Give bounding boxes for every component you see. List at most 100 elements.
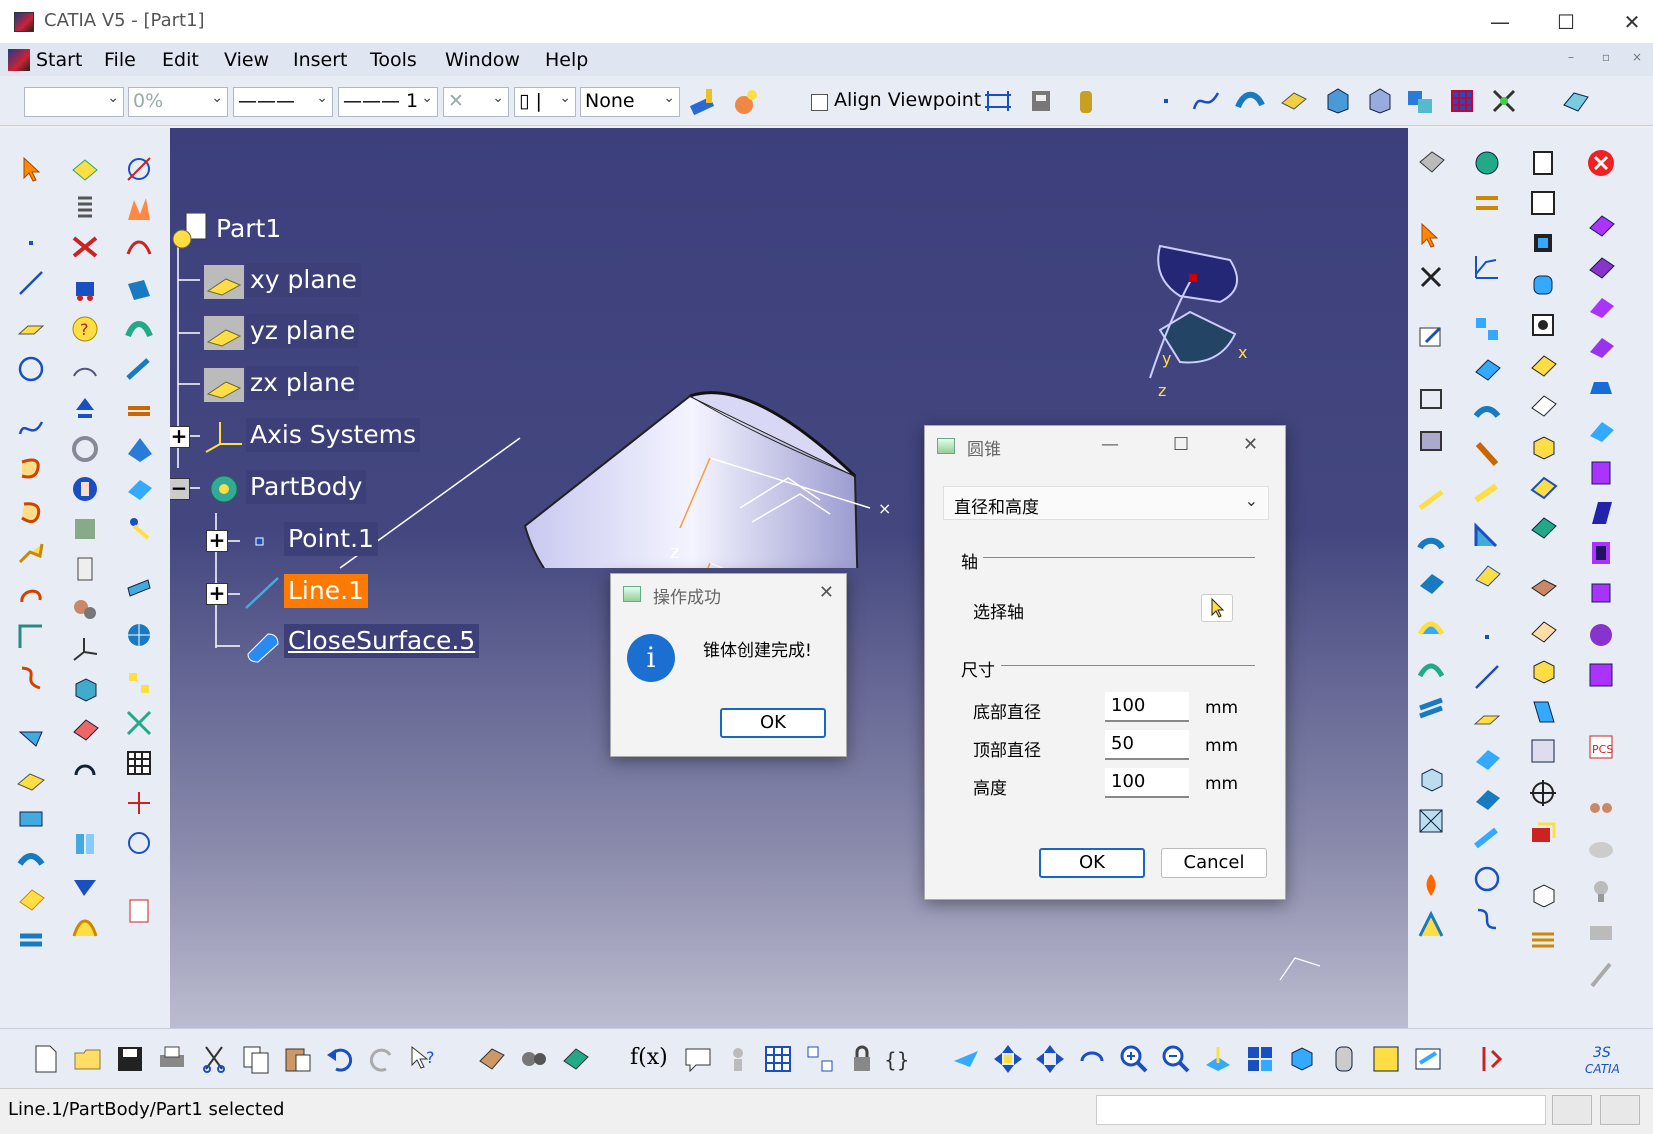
layer-combo[interactable]: None ⌄ [580, 87, 680, 117]
cloud-icon[interactable] [1586, 834, 1616, 864]
slot-icon[interactable] [1472, 480, 1502, 510]
cut-icon[interactable] [198, 1043, 230, 1075]
join-icon[interactable] [124, 474, 154, 504]
open-folder-icon[interactable] [72, 1043, 104, 1075]
fit-all-icon[interactable] [992, 1043, 1024, 1075]
scale-icon[interactable] [1528, 818, 1558, 848]
undo-icon[interactable] [324, 1043, 356, 1075]
project-icon[interactable] [16, 722, 46, 752]
spiral-icon[interactable] [16, 498, 46, 528]
target-icon[interactable] [1528, 778, 1558, 808]
whats-this-icon[interactable]: ? [408, 1043, 440, 1075]
catalog-browser-icon[interactable] [560, 1043, 592, 1075]
lock-icon[interactable] [846, 1043, 878, 1075]
linetype-combo[interactable]: ——— ⌄ [233, 87, 333, 117]
design-table-icon[interactable] [762, 1043, 794, 1075]
globe-icon[interactable] [124, 620, 154, 650]
arc-icon[interactable] [1416, 654, 1446, 684]
layer-prefix-combo[interactable]: ▯ | ⌄ [514, 87, 576, 117]
line-tool-icon[interactable] [16, 268, 46, 298]
prism-icon[interactable] [1586, 210, 1616, 240]
cube-cross-icon[interactable] [1416, 806, 1446, 836]
prism12-icon[interactable] [1586, 660, 1616, 690]
refresh-icon[interactable] [70, 760, 100, 790]
redo-icon[interactable] [366, 1043, 398, 1075]
color-combo[interactable]: ⌄ [24, 87, 124, 117]
prism4-icon[interactable] [1586, 332, 1616, 362]
polyline-icon[interactable] [16, 538, 46, 568]
tree-node-closesurface5[interactable]: CloseSurface.5 [284, 624, 480, 658]
hand-icon[interactable] [70, 474, 100, 504]
copy-icon[interactable] [240, 1043, 272, 1075]
measure-between-icon[interactable] [982, 85, 1014, 117]
texture-icon[interactable] [70, 514, 100, 544]
mode-select[interactable]: 直径和高度 ⌄ [943, 486, 1269, 520]
intersection-icon[interactable] [16, 764, 46, 794]
lamp-gray-icon[interactable] [1586, 876, 1616, 906]
surface-part-icon[interactable] [1364, 85, 1396, 117]
connect-checker-icon[interactable] [124, 274, 154, 304]
catalog-icon[interactable] [124, 896, 154, 926]
tree-node-partbody[interactable]: PartBody [246, 470, 367, 504]
compass-widget[interactable]: y x z [1130, 238, 1260, 398]
coil-icon[interactable] [70, 192, 100, 222]
cone-cancel-button[interactable]: Cancel [1161, 848, 1267, 878]
boundary-icon[interactable] [124, 828, 154, 858]
thread-icon[interactable] [1472, 188, 1502, 218]
grid-tool-icon[interactable] [1446, 85, 1478, 117]
prism5-icon[interactable] [1586, 374, 1616, 404]
fix-together-icon[interactable] [1416, 262, 1446, 292]
structure-icon[interactable] [1416, 910, 1446, 940]
frame-icon[interactable] [1416, 384, 1446, 414]
prism11-icon[interactable] [1586, 620, 1616, 650]
extrude-surface-icon[interactable] [16, 804, 46, 834]
curve-right-icon[interactable] [1472, 904, 1502, 934]
hide-show-icon[interactable] [1370, 1043, 1402, 1075]
exit-workbench-icon[interactable] [1586, 148, 1616, 178]
tree-node-axis-systems[interactable]: Axis Systems [246, 418, 421, 452]
surface-grid-icon[interactable] [70, 714, 100, 744]
blend-icon[interactable] [124, 314, 154, 344]
select-arrow-icon[interactable] [18, 154, 48, 184]
graph-window-button[interactable] [1600, 1095, 1640, 1125]
expand-line1-button[interactable]: + [206, 583, 228, 605]
dot-icon[interactable] [1472, 622, 1502, 652]
swirl-icon[interactable] [70, 434, 100, 464]
corner-icon[interactable] [16, 622, 46, 652]
paste-icon[interactable] [282, 1043, 314, 1075]
collapse-partbody-button[interactable]: − [170, 478, 190, 500]
pad-icon[interactable] [1472, 354, 1502, 384]
cone-dialog-minimize-button[interactable]: — [1101, 434, 1119, 455]
cube-icon[interactable] [70, 674, 100, 704]
group-icon[interactable] [1586, 792, 1616, 822]
tree-node-zx-plane[interactable]: zx plane [246, 366, 360, 400]
projection-icon[interactable] [1472, 744, 1502, 774]
symmetry-icon[interactable] [124, 788, 154, 818]
transparency-combo[interactable]: 0% ⌄ [128, 87, 228, 117]
bottom-diameter-input[interactable]: 100 [1105, 692, 1189, 722]
mdi-minimize-button[interactable]: – [1560, 50, 1582, 70]
prism2-icon[interactable] [1586, 252, 1616, 282]
split-icon[interactable] [70, 828, 100, 858]
select-axis-button[interactable] [1201, 594, 1233, 622]
circle-tool-icon[interactable] [16, 354, 46, 384]
measure-inertia-icon[interactable] [1070, 85, 1102, 117]
close-button[interactable]: ✕ [1612, 6, 1652, 38]
reaction-icon[interactable] [804, 1043, 836, 1075]
height-input[interactable]: 100 [1105, 768, 1189, 798]
render-style-icon[interactable] [1328, 1043, 1360, 1075]
cube-outline-icon[interactable] [1416, 764, 1446, 794]
curvature-icon[interactable] [124, 234, 154, 264]
tree-node-line1[interactable]: Line.1 [284, 574, 368, 608]
rotate-icon[interactable] [1076, 1043, 1108, 1075]
disassemble-icon[interactable] [1488, 85, 1520, 117]
output-icon[interactable] [1416, 486, 1446, 516]
cone-ok-button[interactable]: OK [1039, 848, 1145, 878]
revolve-surface-icon[interactable] [16, 844, 46, 874]
expand-point1-button[interactable]: + [206, 530, 228, 552]
workbench-icon[interactable] [1416, 148, 1446, 178]
hole-icon[interactable] [1528, 310, 1558, 340]
loft-icon[interactable] [124, 354, 154, 384]
axis-system-icon[interactable] [70, 634, 100, 664]
menu-window[interactable]: Window [445, 49, 520, 71]
